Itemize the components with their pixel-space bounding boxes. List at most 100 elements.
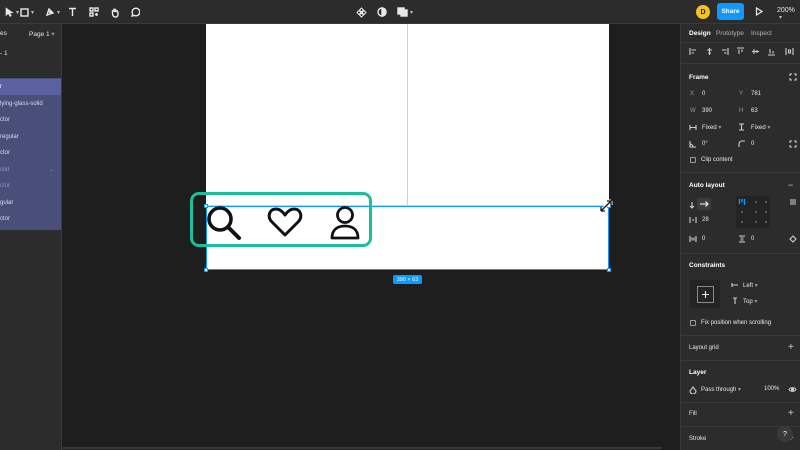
resources-tool-icon[interactable] (89, 4, 99, 20)
alignment-dot[interactable] (765, 211, 767, 213)
alignment-dot[interactable] (741, 221, 743, 223)
independent-corners-icon[interactable] (789, 140, 797, 150)
resize-handle-bottom-left[interactable] (204, 268, 208, 272)
size-badge: 390 × 63 (393, 275, 422, 284)
pages-tab[interactable]: es (0, 30, 7, 37)
horizontal-resizing-value: Fixed (702, 125, 717, 131)
avatar[interactable]: D (696, 5, 710, 19)
play-icon[interactable] (755, 6, 764, 18)
chevron-down-icon[interactable]: ▾ (31, 9, 34, 16)
rotation-input[interactable]: 0° (702, 141, 708, 147)
help-button[interactable]: ? (777, 426, 793, 442)
comment-tool-icon[interactable] (130, 4, 140, 20)
layer-item[interactable]: ctor (0, 178, 61, 194)
frame-presets-icon[interactable] (789, 73, 797, 83)
horizontal-resize-icon (689, 124, 697, 133)
vertical-constraint-icon (732, 297, 738, 307)
h-input[interactable]: 63 (751, 108, 758, 114)
layer-item[interactable]: olid ⌄ (0, 162, 61, 178)
contrast-icon[interactable] (377, 4, 387, 20)
arrow-right-icon (700, 201, 709, 207)
alignment-dot[interactable] (741, 211, 743, 213)
chevron-down-icon[interactable]: ▾ (16, 9, 19, 16)
layer-item[interactable]: ctor (0, 112, 61, 128)
pen-tool-icon[interactable]: ▾ (45, 4, 60, 20)
individual-padding-icon[interactable] (789, 235, 797, 245)
opacity-input[interactable]: 100% (764, 386, 779, 392)
clip-content-checkbox[interactable] (690, 157, 696, 163)
alignment-dot[interactable] (765, 221, 767, 223)
components-icon[interactable] (356, 4, 367, 20)
blend-mode-value: Pass through (701, 387, 737, 393)
align-left-icon[interactable] (689, 47, 698, 58)
vertical-resizing-dropdown[interactable]: Fixed ▾ (751, 124, 770, 131)
layer-item[interactable]: ctor (0, 211, 61, 227)
direction-vertical-icon[interactable] (689, 201, 695, 211)
y-input[interactable]: 781 (751, 91, 761, 97)
chevron-down-icon[interactable]: ▾ (410, 9, 413, 16)
scrollbar-thumb[interactable] (62, 447, 662, 449)
frame-layer[interactable]: - 1 (0, 50, 8, 57)
boolean-icon[interactable]: ▾ (397, 4, 413, 20)
top-toolbar: ▾ ▾ ▾ ▾ D Share 200% ▾ (0, 0, 800, 24)
vertical-constraint-dropdown[interactable]: Top ▾ (743, 298, 757, 305)
layer-item[interactable]: lying-glass-solid (0, 96, 61, 112)
vertical-constraint-value: Top (743, 299, 753, 305)
blend-mode-icon (689, 386, 697, 396)
alignment-dot[interactable] (755, 201, 757, 203)
add-layout-grid-icon[interactable]: + (788, 343, 794, 353)
resize-handle-bottom-right[interactable] (607, 268, 611, 272)
alignment-dot[interactable] (755, 211, 757, 213)
align-center-horizontal-icon[interactable] (705, 47, 714, 58)
layer-item[interactable]: gular (0, 195, 61, 211)
align-bottom-icon[interactable] (767, 47, 776, 58)
horizontal-resizing-dropdown[interactable]: Fixed ▾ (702, 124, 721, 131)
align-right-icon[interactable] (720, 47, 729, 58)
remove-auto-layout-icon[interactable]: − (788, 180, 794, 190)
tab-design[interactable]: Design (689, 30, 711, 37)
heart-icon[interactable] (267, 206, 303, 240)
horizontal-padding-input[interactable]: 0 (702, 236, 705, 242)
layer-item[interactable]: r (0, 79, 61, 95)
eye-icon[interactable] (788, 386, 797, 395)
x-input[interactable]: 0 (702, 91, 705, 97)
layer-item[interactable]: regular (0, 129, 61, 145)
blend-mode-dropdown[interactable]: Pass through ▾ (701, 386, 741, 393)
distribute-icon[interactable] (785, 47, 794, 58)
move-tool-icon[interactable]: ▾ (5, 4, 19, 20)
constraint-center-icon[interactable] (701, 290, 710, 301)
zoom-dropdown[interactable]: 200% ▾ (777, 7, 800, 21)
alignment-dot[interactable] (765, 201, 767, 203)
horizontal-constraint-icon (731, 282, 739, 290)
search-icon[interactable] (205, 204, 242, 243)
direction-horizontal-toggle[interactable] (697, 198, 711, 210)
layer-item-label: gular (0, 199, 14, 206)
chevron-down-icon[interactable]: ⌄ (49, 166, 54, 173)
hand-tool-icon[interactable] (110, 4, 120, 20)
layer-item[interactable]: ctor (0, 145, 61, 161)
layer-item-label: regular (0, 133, 19, 140)
horizontal-constraint-dropdown[interactable]: Left ▾ (743, 282, 758, 289)
item-spacing-input[interactable]: 28 (702, 217, 709, 223)
tab-prototype[interactable]: Prototype (716, 30, 744, 37)
share-button[interactable]: Share (717, 3, 744, 20)
divider (680, 335, 800, 336)
auto-layout-settings-icon[interactable] (789, 198, 797, 208)
tab-inspect[interactable]: Inspect (751, 30, 772, 37)
layer-item-label: lying-glass-solid (0, 100, 43, 107)
vertical-padding-input[interactable]: 0 (751, 236, 754, 242)
w-input[interactable]: 390 (702, 108, 712, 114)
layer-item-label: ctor (0, 216, 11, 222)
fix-position-checkbox[interactable] (690, 320, 696, 326)
align-center-vertical-icon[interactable] (751, 47, 760, 58)
align-top-icon[interactable] (736, 47, 745, 58)
alignment-dot[interactable] (755, 221, 757, 223)
frame-tool-icon[interactable]: ▾ (20, 4, 34, 20)
layer-item-label: ctor (0, 117, 11, 123)
add-fill-icon[interactable]: + (788, 409, 794, 419)
chevron-down-icon[interactable]: ▾ (57, 9, 60, 16)
corner-radius-input[interactable]: 0 (751, 141, 754, 147)
user-icon[interactable] (329, 205, 361, 243)
text-tool-icon[interactable] (68, 4, 77, 20)
page-selector[interactable]: Page 1 ▾ (29, 30, 55, 38)
